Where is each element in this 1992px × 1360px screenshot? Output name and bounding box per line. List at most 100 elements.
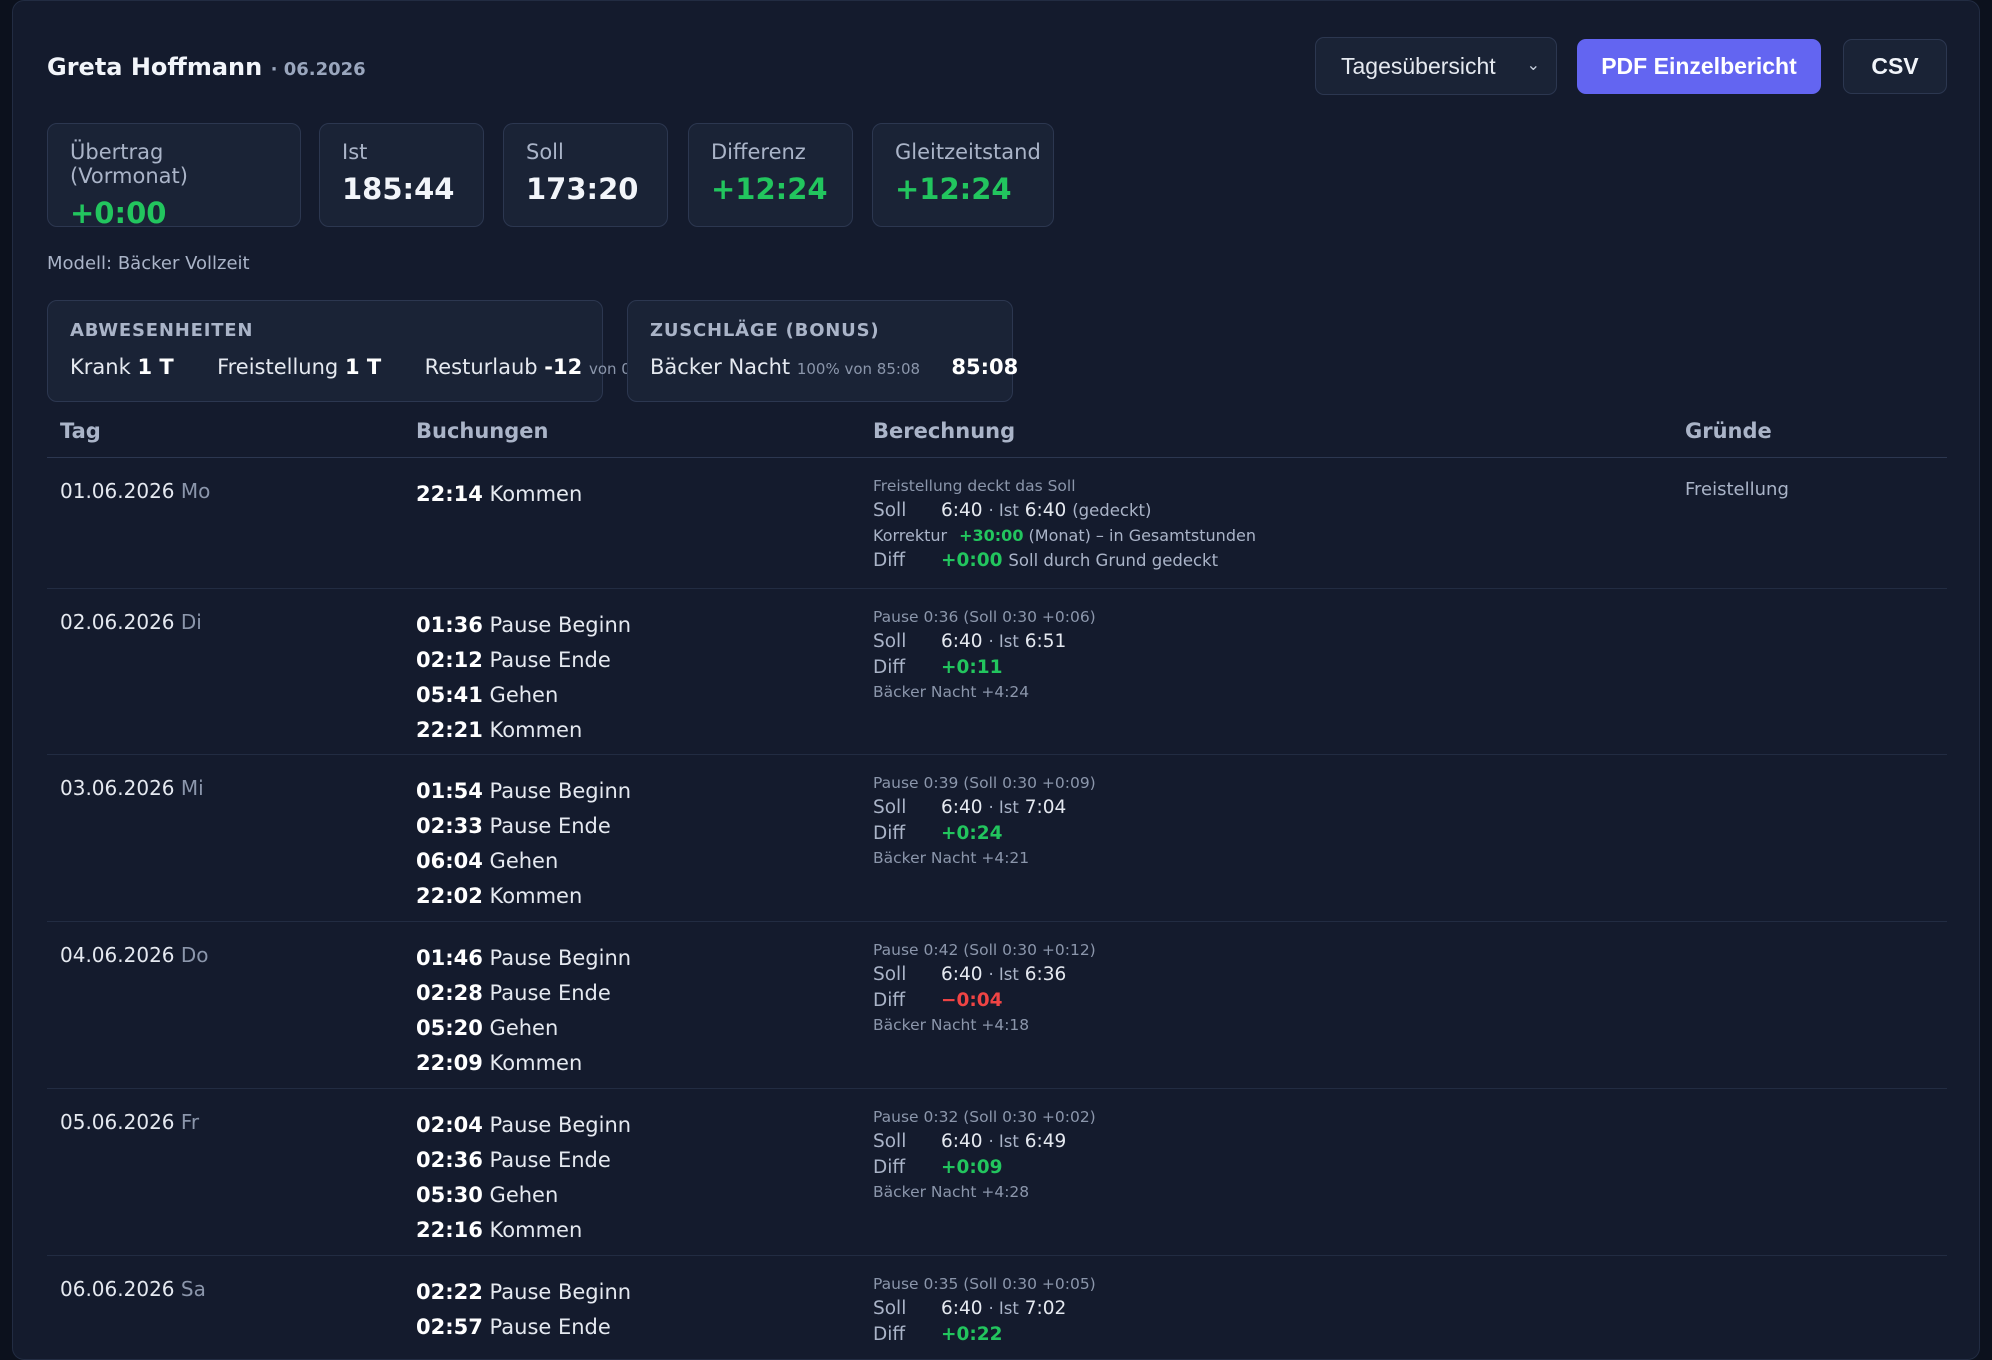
stat-ist: Ist 185:44 bbox=[319, 123, 484, 227]
absences-title: ABWESENHEITEN bbox=[70, 320, 254, 341]
row-bookings: 22:14 Kommen bbox=[416, 477, 582, 512]
stat-value: +12:24 bbox=[711, 172, 828, 206]
table-row: 03.06.2026 Mi 01:54 Pause Beginn 02:33 P… bbox=[47, 756, 1947, 922]
bonus-row: Bäcker Nacht 100% von 85:08 85:08 bbox=[650, 355, 1018, 379]
row-day: 05.06.2026 Fr bbox=[60, 1110, 199, 1134]
row-calculation: Pause 0:39 (Soll 0:30 +0:09) Soll 6:40 · … bbox=[873, 772, 1096, 870]
row-date: 05.06.2026 bbox=[60, 1110, 175, 1134]
row-bookings: 02:04 Pause Beginn 02:36 Pause Ende 05:3… bbox=[416, 1108, 631, 1248]
view-select-value: Tagesübersicht bbox=[1341, 53, 1496, 79]
stat-value: 173:20 bbox=[526, 172, 639, 206]
booking-entry: 22:09 Kommen bbox=[416, 1051, 583, 1075]
row-weekday: Fr bbox=[180, 1110, 200, 1134]
leave-label: Freistellung bbox=[217, 355, 339, 379]
calc-note: Pause 0:35 (Soll 0:30 +0:05) bbox=[873, 1275, 1096, 1293]
calc-soll: Soll 6:40 · Ist 6:40 (gedeckt) bbox=[873, 500, 1152, 521]
booking-entry: 02:22 Pause Beginn bbox=[416, 1280, 632, 1304]
row-date: 02.06.2026 bbox=[60, 610, 175, 634]
col-header-calculation: Berechnung bbox=[873, 419, 1016, 443]
row-date: 04.06.2026 bbox=[60, 943, 175, 967]
booking-entry: 01:46 Pause Beginn bbox=[416, 946, 632, 970]
absences-row: Krank 1 T Freistellung 1 T Resturlaub -1… bbox=[70, 355, 631, 379]
row-day: 06.06.2026 Sa bbox=[60, 1277, 206, 1301]
stat-label: Gleitzeitstand bbox=[895, 140, 1041, 164]
calc-bonus: Bäcker Nacht +4:18 bbox=[873, 1016, 1030, 1034]
booking-entry: 01:54 Pause Beginn bbox=[416, 779, 632, 803]
booking-entry: 02:57 Pause Ende bbox=[416, 1315, 611, 1339]
stat-label: Differenz bbox=[711, 140, 806, 164]
row-calculation: Freistellung deckt das Soll Soll 6:40 · I… bbox=[873, 475, 1256, 574]
row-day: 03.06.2026 Mi bbox=[60, 776, 204, 800]
row-bookings: 01:54 Pause Beginn 02:33 Pause Ende 06:0… bbox=[416, 774, 631, 914]
vacation-total: von 0 bbox=[588, 360, 631, 378]
stat-flextime: Gleitzeitstand +12:24 bbox=[872, 123, 1054, 227]
employee-name: Greta Hoffmann bbox=[47, 53, 263, 81]
calc-soll: Soll 6:40 · Ist 6:36 bbox=[873, 964, 1067, 985]
table-row: 02.06.2026 Di 01:36 Pause Beginn 02:12 P… bbox=[47, 590, 1947, 755]
table-row: 01.06.2026 Mo 22:14 Kommen Freistellung … bbox=[47, 459, 1947, 589]
vacation-left-value: -12 bbox=[544, 355, 583, 379]
booking-entry: 05:41 Gehen bbox=[416, 683, 559, 707]
row-calculation: Pause 0:42 (Soll 0:30 +0:12) Soll 6:40 · … bbox=[873, 939, 1096, 1037]
row-date: 06.06.2026 bbox=[60, 1277, 175, 1301]
row-day: 02.06.2026 Di bbox=[60, 610, 202, 634]
booking-entry: 02:04 Pause Beginn bbox=[416, 1113, 632, 1137]
booking-entry: 02:36 Pause Ende bbox=[416, 1148, 611, 1172]
calc-diff: Diff −0:04 bbox=[873, 990, 1003, 1011]
work-model: Modell: Bäcker Vollzeit bbox=[47, 253, 250, 274]
booking-entry: 05:30 Gehen bbox=[416, 1183, 559, 1207]
stat-value: +0:00 bbox=[70, 196, 167, 230]
booking-entry: 22:14 Kommen bbox=[416, 482, 583, 506]
row-day: 01.06.2026 Mo bbox=[60, 479, 210, 503]
table-row: 05.06.2026 Fr 02:04 Pause Beginn 02:36 P… bbox=[47, 1090, 1947, 1256]
row-reason: Freistellung bbox=[1685, 479, 1789, 500]
view-select[interactable]: Tagesübersicht ⌄ bbox=[1315, 37, 1557, 95]
row-bookings: 02:22 Pause Beginn 02:57 Pause Ende bbox=[416, 1275, 631, 1345]
bonus-name: Bäcker Nacht bbox=[650, 355, 791, 379]
booking-entry: 02:12 Pause Ende bbox=[416, 648, 611, 672]
calc-diff: Diff +0:24 bbox=[873, 823, 1003, 844]
calc-bonus: Bäcker Nacht +4:24 bbox=[873, 683, 1030, 701]
stat-label: Soll bbox=[526, 140, 564, 164]
calc-soll: Soll 6:40 · Ist 7:02 bbox=[873, 1298, 1067, 1319]
booking-entry: 22:16 Kommen bbox=[416, 1218, 583, 1242]
calc-diff: Diff +0:00 Soll durch Grund gedeckt bbox=[873, 550, 1219, 571]
leave-value: 1 T bbox=[344, 355, 382, 379]
row-calculation: Pause 0:32 (Soll 0:30 +0:02) Soll 6:40 · … bbox=[873, 1106, 1096, 1204]
row-day: 04.06.2026 Do bbox=[60, 943, 209, 967]
stat-value: +12:24 bbox=[895, 172, 1012, 206]
row-weekday: Di bbox=[180, 610, 202, 634]
row-weekday: Mi bbox=[180, 776, 204, 800]
table-row: 06.06.2026 Sa 02:22 Pause Beginn 02:57 P… bbox=[47, 1257, 1947, 1359]
calc-bonus: Bäcker Nacht +4:28 bbox=[873, 1183, 1030, 1201]
stat-carryover: Übertrag (Vormonat) +0:00 bbox=[47, 123, 301, 230]
calc-note: Pause 0:32 (Soll 0:30 +0:02) bbox=[873, 1108, 1096, 1126]
row-calculation: Pause 0:36 (Soll 0:30 +0:06) Soll 6:40 · … bbox=[873, 606, 1096, 704]
row-date: 03.06.2026 bbox=[60, 776, 175, 800]
booking-entry: 02:33 Pause Ende bbox=[416, 814, 611, 838]
bonus-title: ZUSCHLÄGE (BONUS) bbox=[650, 320, 880, 341]
row-weekday: Do bbox=[180, 943, 209, 967]
col-header-reasons: Gründe bbox=[1685, 419, 1772, 443]
row-weekday: Sa bbox=[180, 1277, 206, 1301]
booking-entry: 22:21 Kommen bbox=[416, 718, 583, 742]
stat-value: 185:44 bbox=[342, 172, 455, 206]
calc-soll: Soll 6:40 · Ist 6:51 bbox=[873, 631, 1067, 652]
pdf-report-button[interactable]: PDF Einzelbericht bbox=[1577, 39, 1821, 94]
csv-export-button[interactable]: CSV bbox=[1843, 39, 1947, 94]
calc-soll: Soll 6:40 · Ist 6:49 bbox=[873, 1131, 1067, 1152]
calc-soll: Soll 6:40 · Ist 7:04 bbox=[873, 797, 1067, 818]
calc-note: Pause 0:39 (Soll 0:30 +0:09) bbox=[873, 774, 1096, 792]
calc-diff: Diff +0:11 bbox=[873, 657, 1003, 678]
stat-label: Ist bbox=[342, 140, 368, 164]
calc-diff: Diff +0:09 bbox=[873, 1157, 1003, 1178]
booking-entry: 06:04 Gehen bbox=[416, 849, 559, 873]
sick-label: Krank bbox=[70, 355, 131, 379]
table-header: Tag Buchungen Berechnung Gründe bbox=[47, 419, 1947, 458]
bonus-detail: 100% von 85:08 bbox=[796, 360, 921, 378]
booking-entry: 05:20 Gehen bbox=[416, 1016, 559, 1040]
col-header-day: Tag bbox=[60, 419, 101, 443]
stat-label: Übertrag (Vormonat) bbox=[70, 140, 188, 188]
bonus-value: 85:08 bbox=[951, 355, 1019, 379]
report-month: · 06.2026 bbox=[270, 59, 366, 80]
